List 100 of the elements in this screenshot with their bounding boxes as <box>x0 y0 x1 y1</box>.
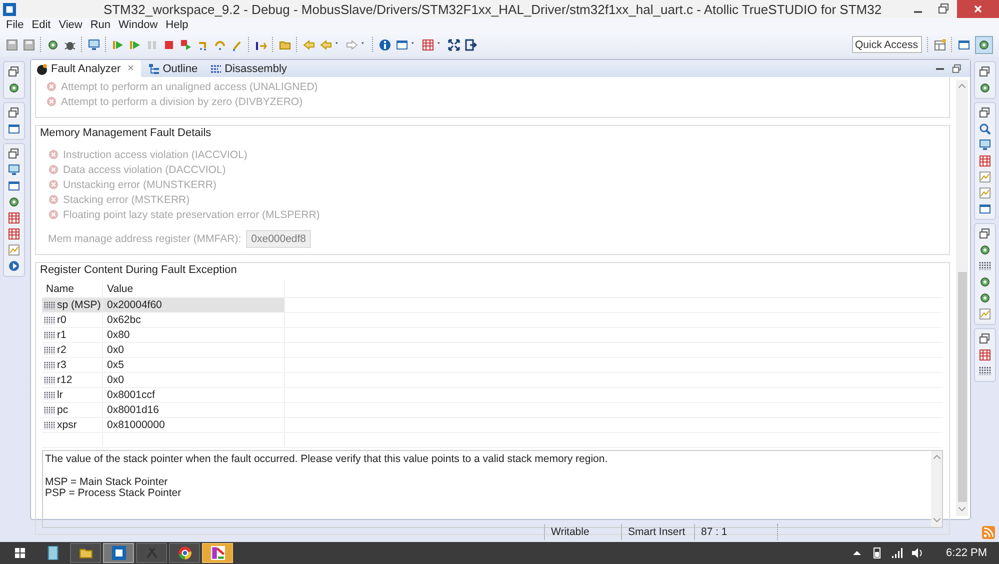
scroll-thumb[interactable] <box>958 272 966 502</box>
table-icon[interactable] <box>422 38 434 50</box>
restore-icon[interactable] <box>8 107 20 119</box>
table-row[interactable]: r12 <box>42 373 103 387</box>
folder-icon[interactable] <box>279 38 291 50</box>
monitor-icon[interactable] <box>8 164 20 176</box>
fault-label: Attempt to perform an unaligned access (UNALIGNED) <box>61 80 318 92</box>
document-icon <box>46 546 60 560</box>
table-cell: 0x8001ccf <box>107 389 155 401</box>
scrollbar[interactable] <box>931 451 942 527</box>
column-header[interactable]: Value <box>103 280 285 297</box>
taskbar-button[interactable] <box>103 543 134 563</box>
description-text: The value of the stack pointer when the fault occurred. Please verify that this value points to a valid stack memory region. <box>45 454 609 466</box>
status-field: Smart Insert <box>621 524 694 540</box>
window-icon[interactable] <box>396 38 408 50</box>
window-icon[interactable] <box>979 203 991 215</box>
restore-icon[interactable] <box>952 64 962 74</box>
resume-icon[interactable] <box>112 38 124 50</box>
save-all-icon[interactable] <box>23 38 35 50</box>
menu-item[interactable]: Run <box>88 19 117 31</box>
restore-icon[interactable] <box>979 66 991 78</box>
scroll-down-icon[interactable] <box>932 515 942 525</box>
save-icon[interactable] <box>6 38 18 50</box>
minimize-icon[interactable] <box>936 68 944 70</box>
table-icon[interactable] <box>979 155 991 167</box>
restore-icon[interactable] <box>979 333 991 345</box>
restore-icon[interactable] <box>8 148 20 160</box>
exit-icon[interactable] <box>465 38 477 50</box>
play-icon[interactable] <box>8 260 20 272</box>
status-field: Writable <box>544 524 621 540</box>
tab[interactable]: Disassembly <box>204 60 292 77</box>
window-icon[interactable] <box>8 123 20 135</box>
scrollbar[interactable] <box>956 80 968 516</box>
table-icon[interactable] <box>8 212 20 224</box>
table-icon[interactable] <box>979 349 991 361</box>
table-row[interactable]: lr <box>42 388 103 402</box>
signal-icon[interactable] <box>891 547 904 559</box>
folder-icon <box>78 546 92 560</box>
info-icon[interactable] <box>379 38 391 50</box>
taskbar-button[interactable] <box>202 543 233 563</box>
quick-access-field[interactable]: Quick Access <box>852 36 922 53</box>
clock[interactable]: 6:22 PM <box>946 547 987 559</box>
chart-icon[interactable] <box>8 244 20 256</box>
perspective-icon[interactable] <box>958 38 970 50</box>
restore-icon[interactable] <box>979 107 991 119</box>
table-row[interactable]: xpsr <box>42 418 103 432</box>
table-cell: xpsr <box>57 419 77 431</box>
stop-play-icon[interactable] <box>180 38 192 50</box>
fault-label: Data access violation (DACCVIOL) <box>63 164 226 176</box>
fullscreen-icon[interactable] <box>448 38 460 50</box>
chart-icon[interactable] <box>979 171 991 183</box>
table-row[interactable]: sp (MSP) <box>42 298 103 312</box>
monitor-icon[interactable] <box>979 139 991 151</box>
fault-label: Attempt to perform a division by zero (DIVBYZERO) <box>61 96 303 108</box>
table-row[interactable]: pc <box>42 403 103 417</box>
app-logo-icon <box>112 546 126 560</box>
stop-icon[interactable] <box>163 38 175 50</box>
speaker-icon[interactable] <box>911 547 924 559</box>
chart-icon[interactable] <box>979 308 991 320</box>
menu-item[interactable]: File <box>4 19 30 31</box>
battery-icon[interactable] <box>871 547 884 559</box>
table-icon[interactable] <box>8 228 20 240</box>
table-row[interactable]: r3 <box>42 358 103 372</box>
close-icon[interactable] <box>126 64 136 73</box>
field-label: Mem manage address register (MMFAR): <box>48 233 242 245</box>
search-icon[interactable] <box>979 123 991 135</box>
menu-item[interactable]: Edit <box>30 19 57 31</box>
status-field: 87 : 1 <box>694 524 778 540</box>
table-cell: 0x0 <box>107 374 124 386</box>
taskbar-button[interactable] <box>169 543 200 563</box>
tab[interactable]: Fault Analyzer <box>31 60 141 77</box>
menu-item[interactable]: Window <box>116 19 164 31</box>
restore-icon[interactable] <box>979 228 991 240</box>
menu-item[interactable]: Help <box>164 19 194 31</box>
close-button[interactable] <box>957 0 999 18</box>
table-row[interactable]: r0 <box>42 313 103 327</box>
play-icon[interactable] <box>129 38 141 50</box>
warning-bomb-icon <box>36 62 48 74</box>
table-cell: r3 <box>57 359 66 371</box>
scroll-down-icon[interactable] <box>957 504 967 514</box>
window-icon[interactable] <box>8 180 20 192</box>
description-text: MSP = Main Stack Pointer <box>45 476 169 488</box>
monitor-icon[interactable] <box>88 38 100 50</box>
list-icon <box>210 62 222 74</box>
restore-icon[interactable] <box>8 66 20 78</box>
column-header[interactable]: Name <box>42 280 103 297</box>
table-cell: r12 <box>57 374 72 386</box>
menu-item[interactable]: View <box>56 19 88 31</box>
table-row[interactable]: r2 <box>42 343 103 357</box>
taskbar-button[interactable] <box>70 543 101 563</box>
table-row[interactable]: r1 <box>42 328 103 342</box>
open-perspective-icon[interactable] <box>934 38 946 50</box>
address-field[interactable]: 0xe000edf8 <box>246 230 312 248</box>
table-cell: 0x20004f60 <box>107 299 162 311</box>
tab[interactable]: Outline <box>142 60 203 77</box>
paint-icon <box>210 546 224 560</box>
table-cell: 0x81000000 <box>107 419 165 431</box>
restore-icon <box>938 3 950 15</box>
table-cell: 0x5 <box>107 359 124 371</box>
chart-icon[interactable] <box>979 187 991 199</box>
